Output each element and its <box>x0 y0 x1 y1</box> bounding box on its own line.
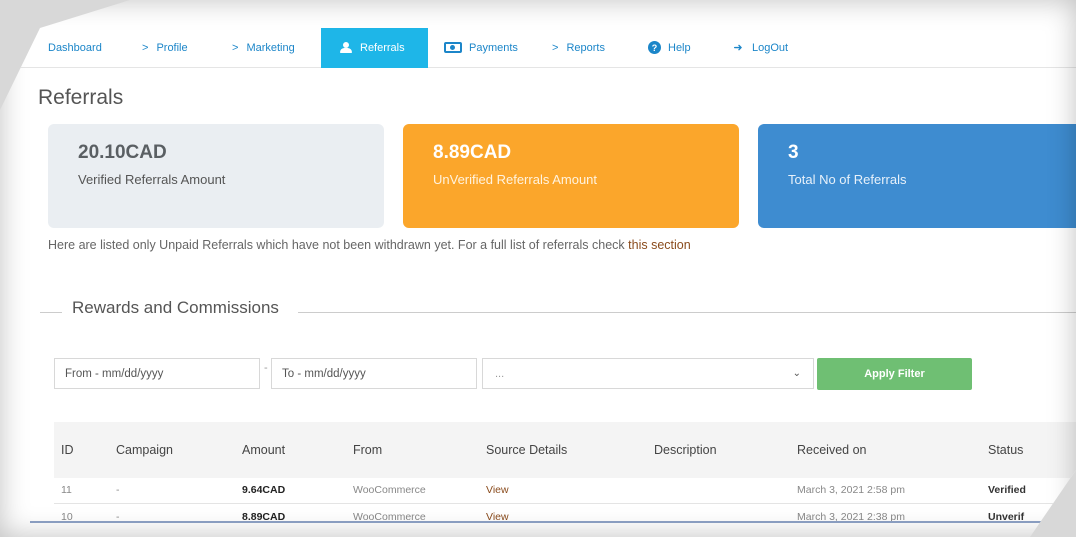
verified-amount-card: 20.10CAD Verified Referrals Amount <box>48 124 384 228</box>
nav-profile-label: Profile <box>156 41 188 54</box>
nav-marketing[interactable]: > Marketing <box>218 28 321 68</box>
row-campaign: - <box>116 484 120 496</box>
campaign-select[interactable]: ... ⌄ <box>482 358 814 389</box>
row-from: WooCommerce <box>353 484 426 496</box>
unverified-amount-card: 8.89CAD UnVerified Referrals Amount <box>403 124 739 228</box>
verified-amount-value: 20.10CAD <box>78 142 167 163</box>
column-header-amount: Amount <box>242 443 286 457</box>
nav-dashboard-label: Dashboard <box>48 41 102 54</box>
nav-logout[interactable]: ➜ LogOut <box>718 28 802 68</box>
row-amount: 9.64CAD <box>242 484 286 496</box>
section-title: Rewards and Commissions <box>72 298 279 317</box>
logout-icon: ➜ <box>733 42 743 54</box>
users-icon <box>338 42 354 53</box>
total-referrals-card: 3 Total No of Referrals <box>758 124 1076 228</box>
top-nav: Dashboard > Profile > Marketing Referral… <box>0 27 1076 68</box>
row-status: Verified <box>988 484 1026 496</box>
nav-help[interactable]: ? Help <box>634 28 718 68</box>
info-message: Here are listed only Unpaid Referrals wh… <box>48 238 629 252</box>
nav-reports[interactable]: > Reports <box>538 28 634 68</box>
row-view-link[interactable]: View <box>486 484 509 496</box>
column-header-received-on: Received on <box>797 443 867 457</box>
money-icon <box>444 42 462 53</box>
column-header-id: ID <box>61 443 74 457</box>
nav-dashboard[interactable]: Dashboard <box>0 28 128 68</box>
nav-help-label: Help <box>668 41 691 54</box>
chevron-right-icon: > <box>232 41 239 54</box>
nav-marketing-label: Marketing <box>246 41 295 54</box>
section-divider-right <box>298 312 1076 313</box>
date-range-dash: - <box>264 362 268 374</box>
nav-referrals[interactable]: Referrals <box>321 27 428 68</box>
row-received-on: March 3, 2021 2:58 pm <box>797 484 905 496</box>
nav-payments[interactable]: Payments <box>428 28 538 68</box>
nav-payments-label: Payments <box>469 41 518 54</box>
row-id: 11 <box>61 484 72 496</box>
apply-filter-button[interactable]: Apply Filter <box>817 358 972 390</box>
total-referrals-value: 3 <box>788 142 799 163</box>
page-frame: Dashboard > Profile > Marketing Referral… <box>0 0 1076 537</box>
nav-referrals-label: Referrals <box>360 41 405 54</box>
chevron-right-icon: > <box>552 41 559 54</box>
column-header-source-details: Source Details <box>486 443 568 457</box>
unverified-amount-value: 8.89CAD <box>433 142 512 163</box>
campaign-select-value: ... <box>495 367 505 380</box>
total-referrals-caption: Total No of Referrals <box>788 172 907 187</box>
section-divider-left <box>40 312 62 313</box>
row-divider <box>54 503 1076 504</box>
column-header-description: Description <box>654 443 717 457</box>
info-text: Here are listed only Unpaid Referrals wh… <box>48 238 691 252</box>
nav-profile[interactable]: > Profile <box>128 28 218 68</box>
help-icon: ? <box>648 41 661 54</box>
nav-reports-label: Reports <box>566 41 605 54</box>
nav-logout-label: LogOut <box>752 41 789 54</box>
unverified-amount-caption: UnVerified Referrals Amount <box>433 172 598 187</box>
horizontal-scrollbar[interactable] <box>30 521 1076 523</box>
from-date-input[interactable] <box>54 358 260 389</box>
column-header-campaign: Campaign <box>116 443 173 457</box>
chevron-down-icon: ⌄ <box>792 368 801 379</box>
to-date-input[interactable] <box>271 358 477 389</box>
this-section-link[interactable]: this section <box>628 238 691 252</box>
verified-amount-caption: Verified Referrals Amount <box>78 172 226 187</box>
page-title: Referrals <box>38 86 124 109</box>
chevron-right-icon: > <box>142 41 149 54</box>
column-header-status: Status <box>988 443 1024 457</box>
column-header-from: From <box>353 443 383 457</box>
